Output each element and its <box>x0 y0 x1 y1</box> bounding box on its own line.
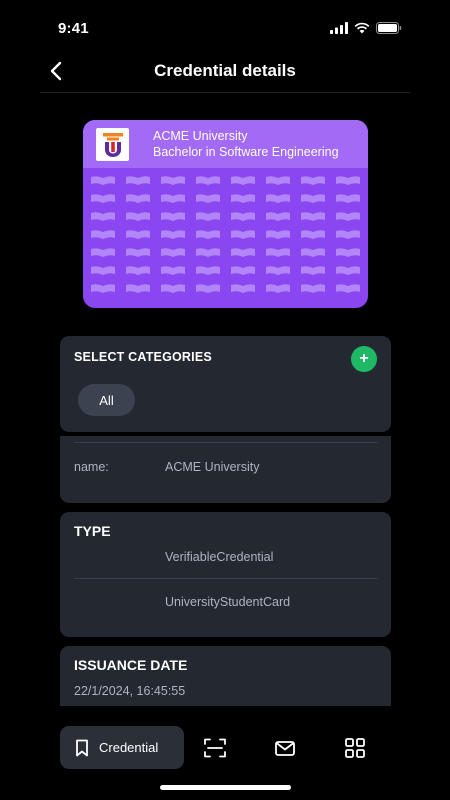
status-icons <box>330 22 402 34</box>
tab-credential[interactable]: Credential <box>60 726 184 769</box>
scan-icon <box>204 738 226 758</box>
issuance-date-value: 22/1/2024, 16:45:55 <box>74 684 186 698</box>
tab-credential-label: Credential <box>99 740 159 755</box>
tab-scan[interactable] <box>200 733 230 763</box>
issuer-panel: name: ACME University <box>60 436 391 503</box>
credential-card[interactable]: ACME University Bachelor in Software Eng… <box>83 120 368 308</box>
battery-icon <box>376 22 402 34</box>
card-organization: ACME University <box>153 129 248 143</box>
bookmark-icon <box>75 739 89 757</box>
grid-icon <box>345 738 365 758</box>
tab-bar: Credential <box>0 706 450 800</box>
status-bar: 9:41 <box>0 0 450 52</box>
divider <box>74 578 377 579</box>
type-value: VerifiableCredential <box>165 550 274 564</box>
mail-icon <box>275 740 295 756</box>
nav-bar: Credential details <box>40 52 410 93</box>
category-chip-all[interactable]: All <box>78 384 135 416</box>
categories-title: SELECT CATEGORIES <box>74 350 212 364</box>
categories-panel: SELECT CATEGORIES + All <box>60 336 391 432</box>
wifi-icon <box>354 22 370 34</box>
status-time: 9:41 <box>58 20 89 37</box>
issuance-date-panel: ISSUANCE DATE 22/1/2024, 16:45:55 <box>60 646 391 706</box>
home-indicator <box>160 785 291 790</box>
type-title: TYPE <box>74 523 111 539</box>
tab-messages[interactable] <box>270 733 300 763</box>
issuance-date-title: ISSUANCE DATE <box>74 657 188 673</box>
type-value: UniversityStudentCard <box>165 595 291 609</box>
card-book-pattern <box>91 176 360 304</box>
issuer-name-value: ACME University <box>165 460 260 474</box>
type-panel: TYPE VerifiableCredential UniversityStud… <box>60 512 391 637</box>
add-category-button[interactable]: + <box>351 346 377 372</box>
issuer-name-label: name: <box>74 460 109 474</box>
page-title: Credential details <box>154 61 296 80</box>
tab-apps[interactable] <box>340 733 370 763</box>
card-header: ACME University Bachelor in Software Eng… <box>83 120 368 168</box>
card-degree: Bachelor in Software Engineering <box>153 145 339 159</box>
divider <box>74 442 377 443</box>
university-logo <box>96 128 129 161</box>
cellular-signal-icon <box>330 22 348 34</box>
university-logo-mark <box>102 132 123 157</box>
